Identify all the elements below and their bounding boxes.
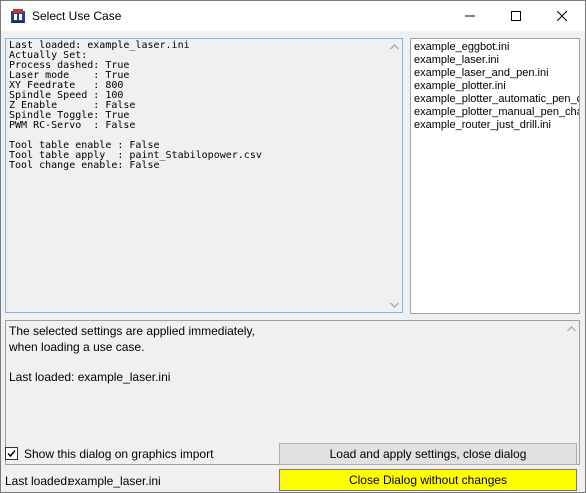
inkscape-app-icon [10,8,26,24]
window-title: Select Use Case [32,9,122,23]
list-item[interactable]: example_eggbot.ini [414,41,509,54]
settings-scrollbar[interactable] [387,39,402,312]
maximize-icon [511,11,521,21]
list-item[interactable]: example_plotter_manual_pen_change.ini [414,106,579,119]
minimize-icon [465,11,475,21]
list-item[interactable]: example_laser_and_pen.ini [414,67,549,80]
title-bar[interactable]: Select Use Case [1,1,585,31]
settings-text-area[interactable]: Last loaded: example_laser.ini Actually … [5,38,403,313]
maximize-button[interactable] [493,1,539,31]
graphics-import-checkbox[interactable] [5,447,18,460]
list-item[interactable]: example_laser.ini [414,54,499,67]
list-item[interactable]: example_router_just_drill.ini [414,119,551,132]
use-case-list[interactable]: example_eggbot.ini example_laser.ini exa… [410,38,580,314]
info-line: Last loaded: example_laser.ini [9,370,171,384]
info-line: when loading a use case. [9,340,145,354]
close-window-button[interactable] [539,1,585,31]
close-dialog-button[interactable]: Close Dialog without changes [279,469,577,491]
list-item[interactable]: example_plotter.ini [414,80,506,93]
scroll-up-arrow-icon[interactable] [387,39,402,54]
close-icon [557,11,567,21]
list-item[interactable]: example_plotter_automatic_pen_change.ini [414,93,579,106]
status-value: example_laser.ini [68,474,161,488]
graphics-import-checkbox-label[interactable]: Show this dialog on graphics import [24,447,213,461]
scroll-down-arrow-icon[interactable] [387,297,402,312]
dialog-window: Select Use Case Last loaded: example_las… [0,0,586,493]
scroll-up-arrow-icon[interactable] [564,321,579,336]
load-apply-button[interactable]: Load and apply settings, close dialog [279,443,577,465]
status-label: Last loaded: [5,474,71,488]
checkmark-icon [6,448,17,462]
settings-text-content: Last loaded: example_laser.ini Actually … [9,40,262,171]
info-line: The selected settings are applied immedi… [9,324,255,338]
minimize-button[interactable] [447,1,493,31]
